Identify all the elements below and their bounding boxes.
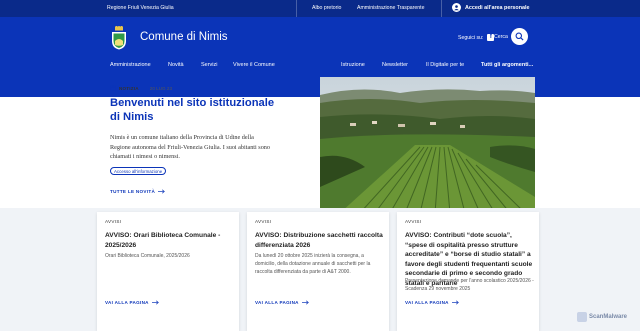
top-utility-bar: Regione Friuli Venezia Giulia Albo preto…: [0, 0, 640, 17]
search-button[interactable]: [511, 28, 528, 45]
divider: [296, 0, 297, 17]
nav-item-istruzione[interactable]: Istruzione: [341, 62, 365, 68]
arrow-right-icon: [451, 300, 459, 305]
notice-card[interactable]: AVVISI AVVISO: Contributi “dote scuola”,…: [397, 212, 539, 331]
card-link[interactable]: VAI ALLA PAGINA: [255, 300, 309, 305]
amministrazione-trasparente-link[interactable]: Amministrazione Trasparente: [357, 5, 424, 11]
card-category: AVVISI: [255, 219, 272, 224]
municipal-crest-logo[interactable]: [111, 26, 127, 50]
hero-title[interactable]: Benvenuti nel sito istituzionale di Nimi…: [110, 97, 280, 124]
card-description: Presentazione domande per l'anno scolast…: [405, 278, 534, 293]
all-news-label: TUTTE LE NOVITÀ: [110, 189, 156, 194]
nav-item-servizi[interactable]: Servizi: [201, 62, 218, 68]
nav-item-amministrazione[interactable]: Amministrazione: [110, 62, 151, 68]
user-icon: [452, 3, 461, 12]
all-news-link[interactable]: TUTTE LE NOVITÀ: [110, 189, 165, 194]
search-label: Cerca: [494, 34, 508, 40]
card-title[interactable]: AVVISO: Distribuzione sacchetti raccolta…: [255, 231, 385, 250]
login-label: Accedi all'area personale: [465, 4, 530, 11]
divider: [441, 0, 442, 17]
search-icon: [515, 32, 524, 41]
nav-item-newsletter[interactable]: Newsletter: [382, 62, 408, 68]
card-link[interactable]: VAI ALLA PAGINA: [405, 300, 459, 305]
nav-item-vivere-il-comune[interactable]: Vivere il Comune: [233, 62, 275, 68]
topic-chip[interactable]: Accesso all'informazione: [110, 167, 167, 175]
notice-card[interactable]: AVVISI AVVISO: Orari Biblioteca Comunale…: [97, 212, 239, 331]
watermark-logo-icon: [577, 312, 587, 322]
card-link[interactable]: VAI ALLA PAGINA: [105, 300, 159, 305]
region-link[interactable]: Regione Friuli Venezia Giulia: [107, 5, 174, 11]
arrow-right-icon: [151, 300, 159, 305]
watermark-text: ScanMalware: [589, 314, 628, 320]
hero-category: NOTIZIA: [119, 85, 139, 91]
main-navigation: Amministrazione Novità Servizi Vivere il…: [0, 62, 640, 72]
nav-item-tutti-gli-argomenti[interactable]: Tutti gli argomenti...: [481, 62, 533, 68]
card-title[interactable]: AVVISO: Orari Biblioteca Comunale - 2025…: [105, 231, 235, 250]
hero-meta: NOTIZIA 20 LUG 23: [110, 85, 172, 91]
nav-item-novita[interactable]: Novità: [168, 62, 184, 68]
hero-landscape-image: [320, 77, 535, 213]
social-label: Seguici su:: [458, 34, 484, 41]
card-link-label: VAI ALLA PAGINA: [405, 300, 449, 305]
card-link-label: VAI ALLA PAGINA: [105, 300, 149, 305]
arrow-right-icon: [158, 189, 165, 194]
arrow-right-icon: [301, 300, 309, 305]
card-description: Orari Biblioteca Comunale, 2025/2026: [105, 253, 190, 259]
site-title[interactable]: Comune di Nimis: [140, 31, 228, 43]
albo-pretorio-link[interactable]: Albo pretorio: [312, 5, 341, 11]
hero-date: 20 LUG 23: [149, 85, 172, 91]
card-category: AVVISI: [105, 219, 122, 224]
social-links: Seguici su: f: [458, 34, 495, 41]
login-button[interactable]: Accedi all'area personale: [452, 3, 530, 12]
watermark: ScanMalware: [577, 312, 627, 322]
card-link-label: VAI ALLA PAGINA: [255, 300, 299, 305]
hero-description: Nimis è un comune italiano della Provinc…: [110, 134, 270, 160]
nav-item-il-digitale-per-te[interactable]: Il Digitale per te: [426, 62, 464, 68]
card-category: AVVISI: [405, 219, 422, 224]
calendar-icon: [110, 85, 116, 91]
notice-card[interactable]: AVVISI AVVISO: Distribuzione sacchetti r…: [247, 212, 389, 331]
card-description: Da lunedì 20 ottobre 2025 inizierà la co…: [255, 253, 371, 276]
